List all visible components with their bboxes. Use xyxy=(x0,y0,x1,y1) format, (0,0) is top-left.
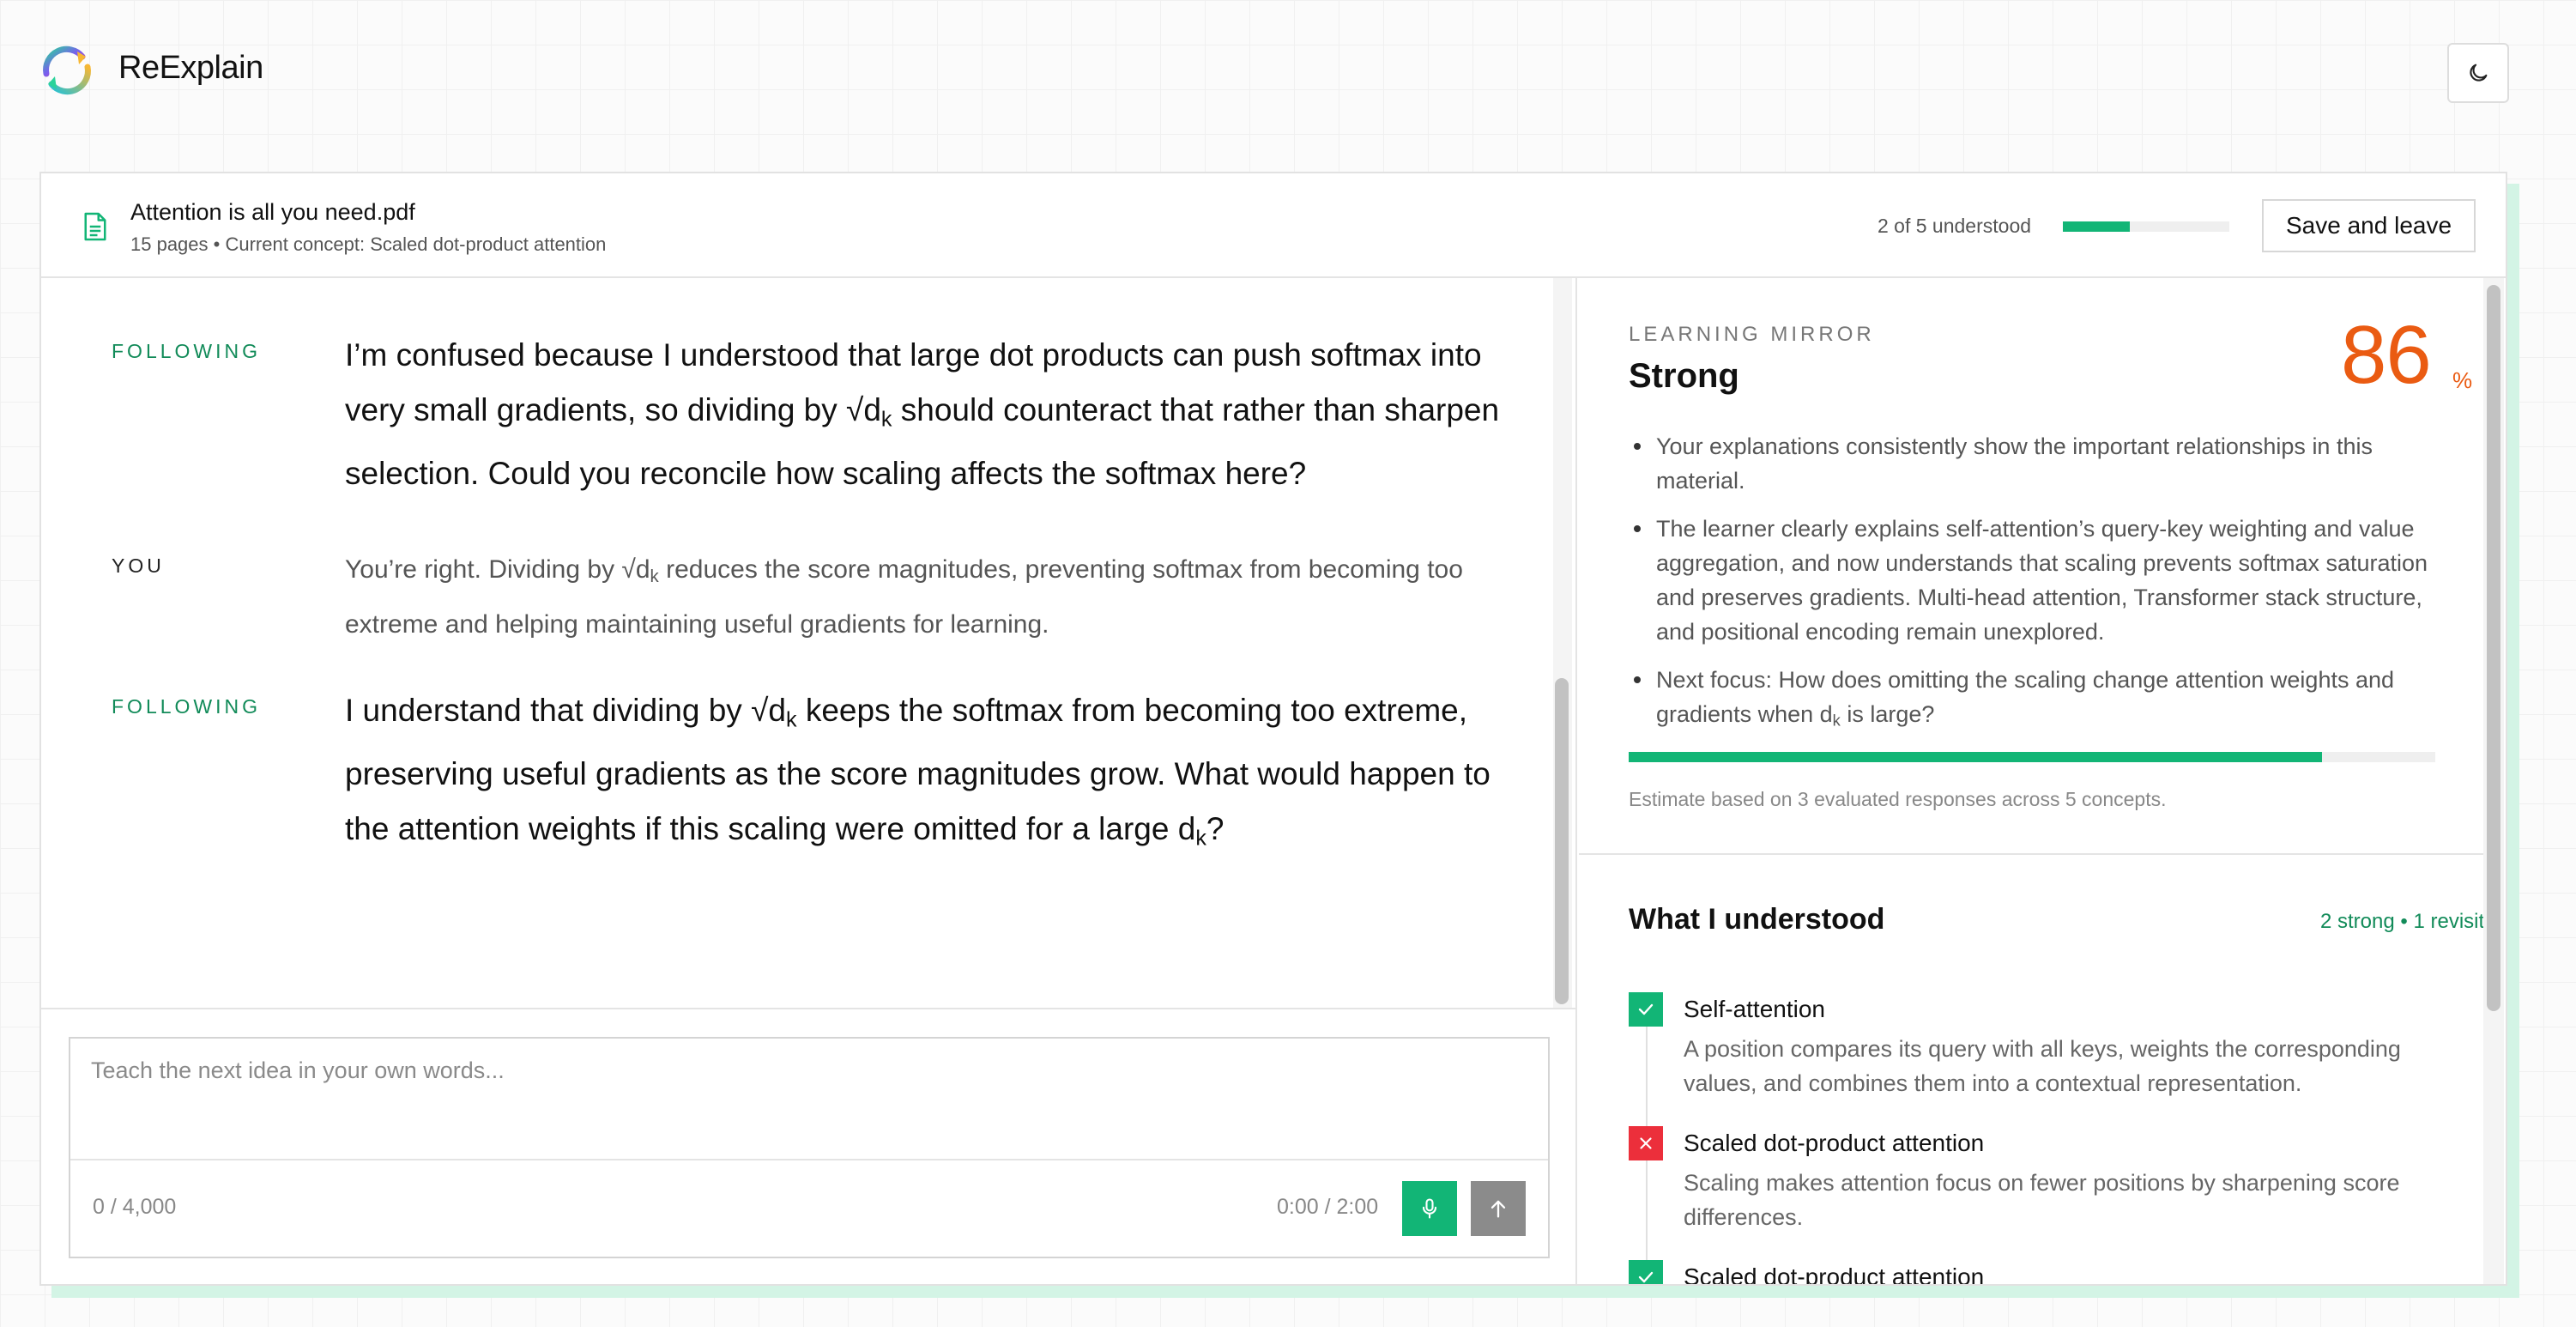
concept-description: Scaling makes attention focus on fewer p… xyxy=(1684,1170,2400,1230)
chat-scrollbar[interactable] xyxy=(1553,278,1572,1008)
record-voice-button[interactable] xyxy=(1402,1181,1457,1236)
microphone-icon xyxy=(1422,1198,1437,1219)
status-indicator xyxy=(1629,992,1663,1027)
understood-summary: 2 strong • 1 revisit xyxy=(2320,910,2485,933)
session-card: Attention is all you need.pdf 15 pages •… xyxy=(39,172,2507,1286)
mirror-kicker: LEARNING MIRROR xyxy=(1629,323,1875,346)
understood-progress-bar xyxy=(2063,221,2229,232)
character-count: 0 / 4,000 xyxy=(93,1195,177,1219)
understood-progress-label: 2 of 5 understood xyxy=(1878,215,2032,237)
concept-description: A position compares its query with all k… xyxy=(1684,1036,2401,1096)
conversation-panel: FOLLOWING I’m confused because I underst… xyxy=(41,278,1577,1284)
understood-heading: What I understood xyxy=(1629,903,1885,936)
concept-title: Scaled dot-product attention xyxy=(1684,1263,1985,1286)
top-bar: ReExplain xyxy=(0,0,2576,146)
mirror-scrollbar[interactable] xyxy=(2483,278,2504,1284)
message-role: YOU xyxy=(112,554,165,577)
theme-toggle-button[interactable] xyxy=(2447,43,2509,103)
composer: 0 / 4,000 0:00 / 2:00 xyxy=(69,1037,1550,1258)
understood-progress-fill xyxy=(2063,221,2130,232)
message-text: I’m confused because I understood that l… xyxy=(345,337,1500,492)
document-header: Attention is all you need.pdf 15 pages •… xyxy=(41,173,2506,278)
moon-icon xyxy=(2470,64,2488,82)
save-and-leave-button[interactable]: Save and leave xyxy=(2262,199,2476,252)
mirror-scrollbar-thumb[interactable] xyxy=(2487,285,2500,1011)
understanding-score: 86 xyxy=(2341,309,2432,401)
reexplain-logo-icon xyxy=(43,45,91,95)
score-bar xyxy=(1629,752,2435,762)
mirror-level: Strong xyxy=(1629,357,1739,395)
concept-title: Self-attention xyxy=(1684,996,1825,1022)
feedback-item: The learner clearly explains self-attent… xyxy=(1629,512,2435,649)
feedback-item: Next focus: How does omitting the scalin… xyxy=(1629,663,2435,738)
chat-history: FOLLOWING I’m confused because I underst… xyxy=(41,278,1577,1008)
explanation-input[interactable] xyxy=(70,1039,1548,1159)
score-unit: % xyxy=(2452,367,2473,393)
mirror-feedback-list: Your explanations consistently show the … xyxy=(1629,429,2435,752)
document-icon xyxy=(84,212,106,241)
score-bar-fill xyxy=(1629,752,2323,762)
chat-scrollbar-thumb[interactable] xyxy=(1555,678,1569,1004)
app-name: ReExplain xyxy=(118,50,263,86)
composer-area: 0 / 4,000 0:00 / 2:00 xyxy=(41,1008,1577,1284)
document-subtitle: 15 pages • Current concept: Scaled dot-p… xyxy=(130,233,607,255)
document-title: Attention is all you need.pdf xyxy=(130,199,415,225)
status-indicator xyxy=(1629,1126,1663,1160)
concept-title: Scaled dot-product attention xyxy=(1684,1130,1985,1156)
check-icon xyxy=(1638,1271,1654,1283)
send-button[interactable] xyxy=(1471,1181,1526,1236)
check-icon xyxy=(1638,1003,1654,1015)
message-role: FOLLOWING xyxy=(112,340,262,362)
recording-timer: 0:00 / 2:00 xyxy=(1277,1195,1379,1219)
learning-mirror-panel: LEARNING MIRROR Strong 86 % Your explana… xyxy=(1579,278,2506,1286)
status-indicator xyxy=(1629,1260,1663,1284)
learning-mirror: LEARNING MIRROR Strong 86 % Your explana… xyxy=(1579,278,2483,855)
message-role: FOLLOWING xyxy=(112,695,262,718)
arrow-up-icon xyxy=(1491,1200,1506,1218)
message-text: You’re right. Dividing by √dk reduces th… xyxy=(345,555,1463,639)
message-text: I understand that dividing by √dk keeps … xyxy=(345,693,1491,851)
feedback-item: Your explanations consistently show the … xyxy=(1629,429,2435,498)
composer-toolbar: 0 / 4,000 0:00 / 2:00 xyxy=(70,1159,1548,1257)
estimate-note: Estimate based on 3 evaluated responses … xyxy=(1629,788,2167,810)
close-icon xyxy=(1640,1137,1652,1149)
